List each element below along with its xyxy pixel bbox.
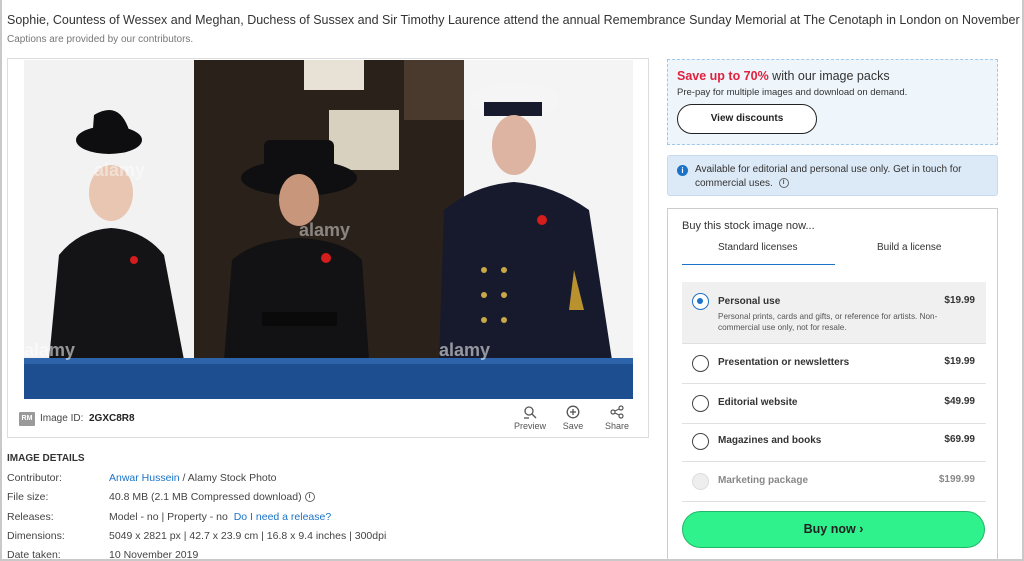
promo-title: Save up to 70% with our image packs: [677, 69, 890, 83]
dimensions-label: Dimensions:: [7, 530, 65, 542]
info-icon: i: [677, 165, 688, 176]
image-details-heading: IMAGE DETAILS: [7, 453, 85, 464]
image-card: alamy alamy alamy alamy RM Image ID: 2GX…: [7, 58, 649, 438]
promo-subtitle: Pre-pay for multiple images and download…: [677, 87, 908, 98]
releases-text: Model - no | Property - no: [109, 511, 228, 523]
image-pack-promo: Save up to 70% with our image packs Pre-…: [667, 59, 998, 145]
image-caption: Sophie, Countess of Wessex and Meghan, D…: [7, 13, 1024, 27]
promo-highlight: Save up to 70%: [677, 69, 769, 83]
save-label: Save: [562, 421, 584, 431]
tab-standard-licenses[interactable]: Standard licenses: [718, 242, 798, 253]
tab-build-license[interactable]: Build a license: [877, 242, 941, 253]
notice-message: Available for editorial and personal use…: [695, 164, 962, 189]
info-icon[interactable]: i: [778, 178, 789, 189]
image-id-value: 2GXC8R8: [89, 413, 135, 424]
watermark: alamy: [299, 220, 351, 240]
info-icon[interactable]: i: [304, 492, 315, 503]
stock-photo[interactable]: alamy alamy alamy alamy: [24, 60, 633, 399]
preview-label: Preview: [513, 421, 546, 431]
rm-badge: RM: [19, 412, 35, 426]
share-button[interactable]: Share: [597, 405, 637, 431]
radio-magazines[interactable]: [692, 433, 709, 450]
release-help-link[interactable]: Do I need a release?: [234, 511, 331, 523]
license-option-magazines[interactable]: Magazines and books $69.99: [682, 424, 986, 462]
filesize-label: File size:: [7, 491, 49, 503]
contributor-value: Anwar Hussein / Alamy Stock Photo: [109, 472, 277, 484]
option-price: $199.99: [938, 474, 975, 485]
watermark: alamy: [24, 340, 76, 360]
image-meta-bar: RM Image ID: 2GXC8R8 Preview Save Share: [8, 400, 648, 438]
option-description: Personal prints, cards and gifts, or ref…: [718, 312, 938, 332]
radio-marketing[interactable]: [692, 473, 709, 490]
buy-title: Buy this stock image now...: [682, 220, 815, 232]
date-label: Date taken:: [7, 549, 61, 561]
filesize-value: 40.8 MB (2.1 MB Compressed download) i: [109, 491, 315, 503]
contributor-label: Contributor:: [7, 472, 62, 484]
radio-personal[interactable]: [692, 293, 709, 310]
preview-icon: [524, 406, 537, 419]
date-value: 10 November 2019: [109, 549, 199, 561]
option-price: $19.99: [944, 356, 975, 367]
caption-note: Captions are provided by our contributor…: [7, 34, 194, 45]
image-id-label: Image ID:: [40, 413, 84, 424]
option-name: Marketing package: [718, 475, 809, 486]
watermark: alamy: [94, 160, 146, 180]
releases-value: Model - no | Property - no Do I need a r…: [109, 511, 331, 523]
releases-label: Releases:: [7, 511, 54, 523]
buy-now-button[interactable]: Buy now ›: [682, 511, 985, 548]
contributor-link[interactable]: Anwar Hussein: [109, 472, 180, 484]
preview-button[interactable]: Preview: [510, 405, 550, 431]
license-option-presentation[interactable]: Presentation or newsletters $19.99: [682, 344, 986, 384]
buy-panel: Buy this stock image now... Standard lic…: [667, 208, 998, 561]
notice-text: Available for editorial and personal use…: [695, 163, 985, 191]
dimensions-value: 5049 x 2821 px | 42.7 x 23.9 cm | 16.8 x…: [109, 530, 387, 542]
save-button[interactable]: Save: [553, 405, 593, 431]
promo-title-rest: with our image packs: [768, 69, 890, 83]
option-price: $69.99: [944, 434, 975, 445]
option-price: $49.99: [944, 396, 975, 407]
license-option-marketing[interactable]: Marketing package $199.99: [682, 462, 986, 502]
watermark: alamy: [439, 340, 491, 360]
active-tab-indicator: [682, 264, 835, 265]
plus-circle-icon: [566, 405, 580, 419]
option-name: Magazines and books: [718, 435, 822, 446]
usage-notice: i Available for editorial and personal u…: [667, 155, 998, 196]
radio-presentation[interactable]: [692, 355, 709, 372]
option-name: Presentation or newsletters: [718, 357, 850, 368]
option-name: Editorial website: [718, 397, 798, 408]
option-name: Personal use: [718, 296, 781, 307]
radio-editorial-website[interactable]: [692, 395, 709, 412]
option-price: $19.99: [944, 295, 975, 306]
filesize-text: 40.8 MB (2.1 MB Compressed download): [109, 491, 302, 503]
share-label: Share: [604, 421, 630, 431]
contributor-suffix: / Alamy Stock Photo: [179, 472, 277, 484]
share-icon: [610, 405, 624, 419]
license-option-personal[interactable]: Personal use $19.99 Personal prints, car…: [682, 282, 986, 344]
license-option-editorial-website[interactable]: Editorial website $49.99: [682, 384, 986, 424]
view-discounts-button[interactable]: View discounts: [677, 104, 817, 134]
